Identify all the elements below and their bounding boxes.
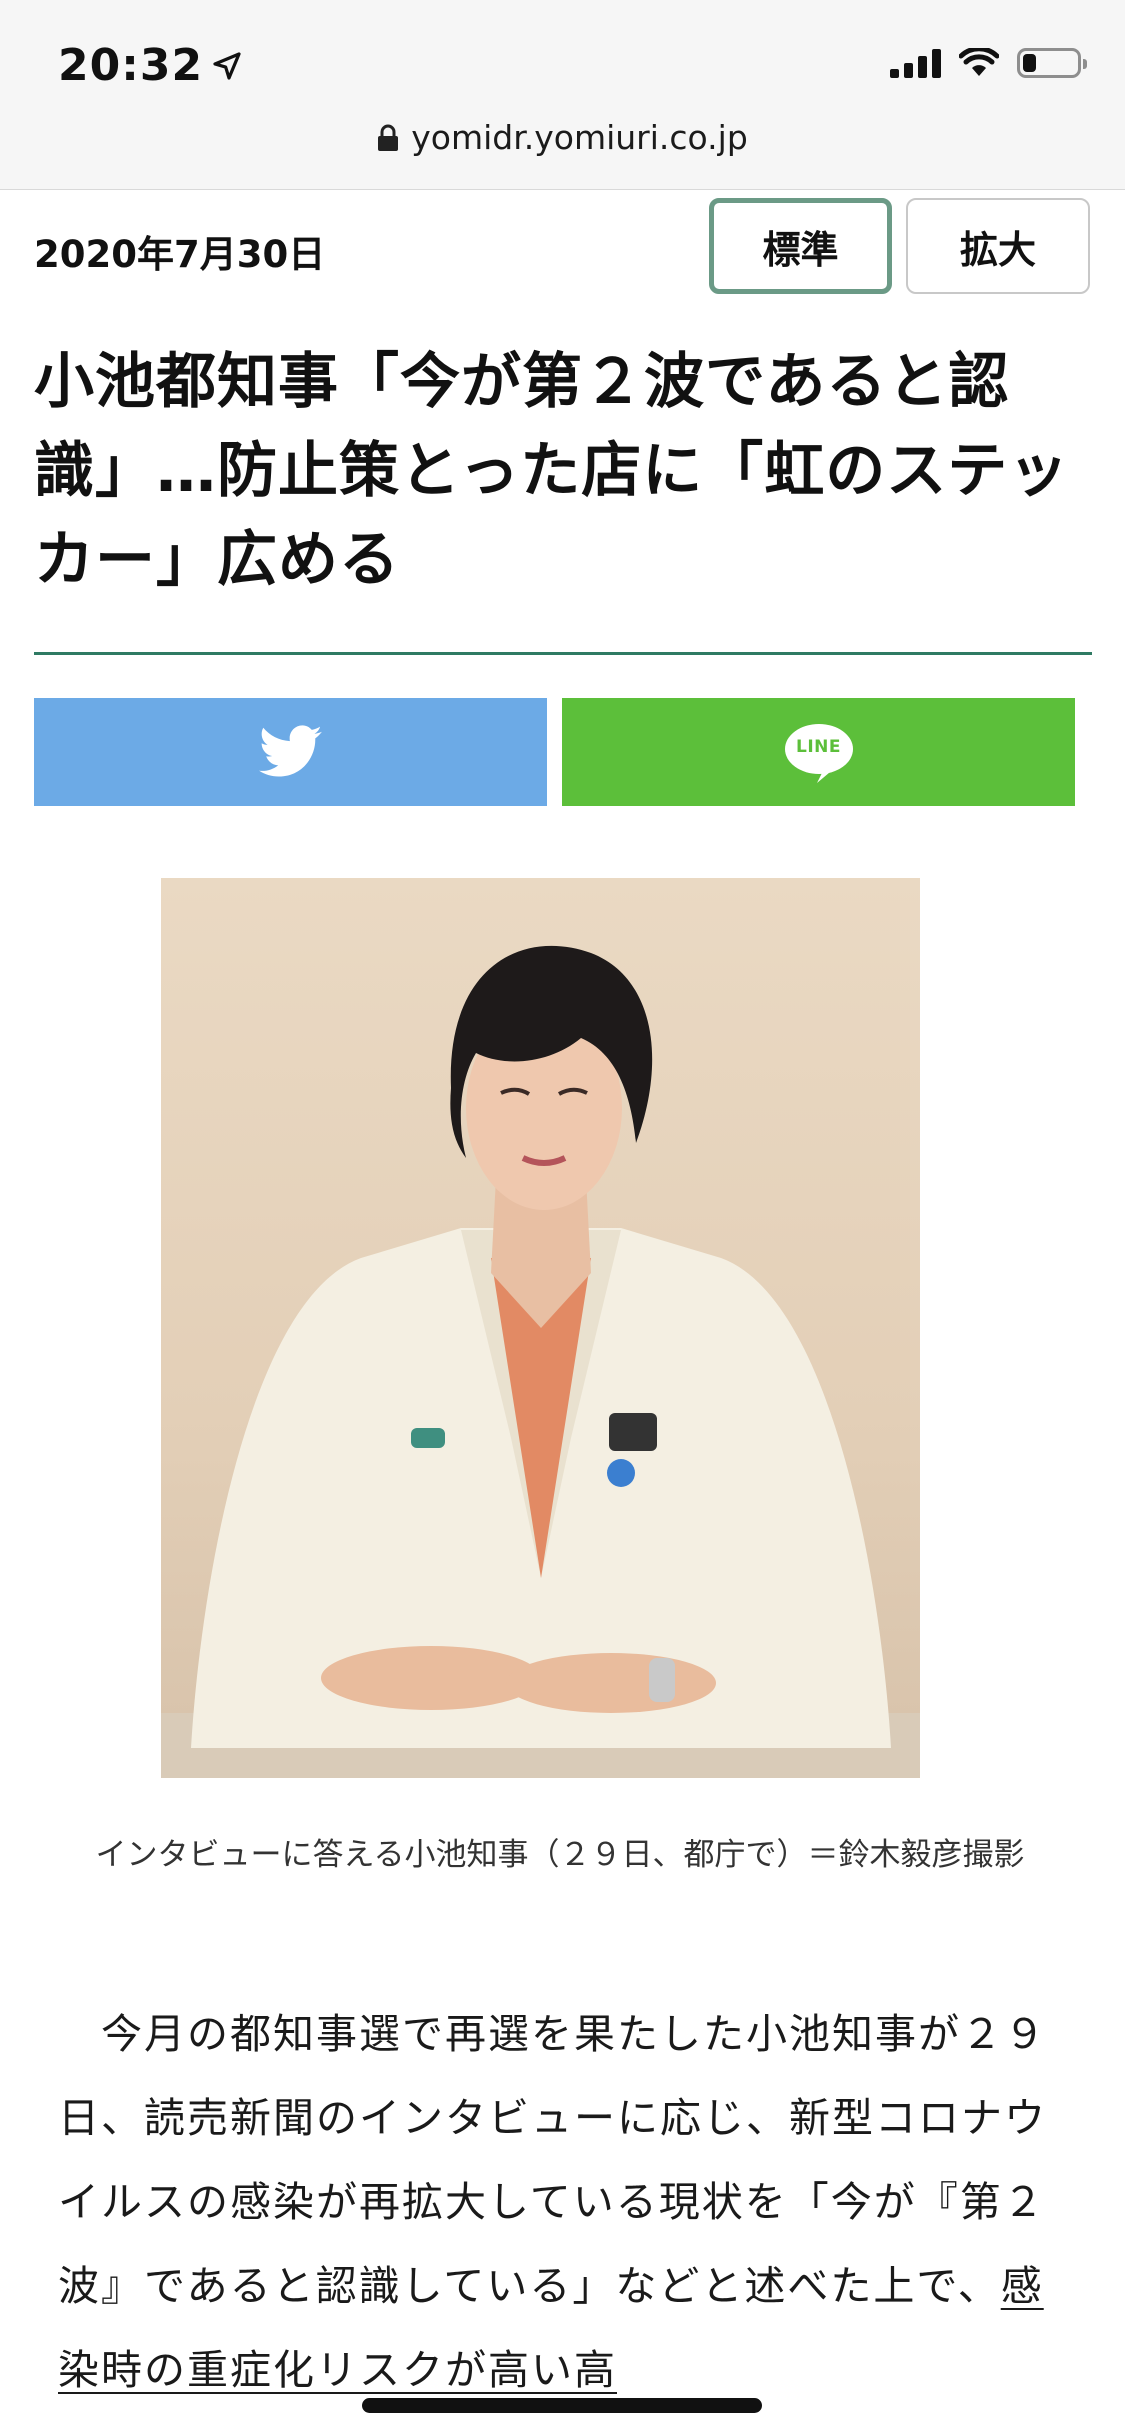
status-time: 20:32 bbox=[58, 40, 243, 91]
article-body: 今月の都知事選で再選を果たした小池知事が２９日、読売新聞のインタビューに応じ、新… bbox=[58, 1992, 1070, 2412]
battery-level bbox=[1023, 54, 1036, 72]
headline-divider bbox=[34, 652, 1092, 655]
font-size-standard-button[interactable]: 標準 bbox=[709, 198, 892, 294]
line-share-button[interactable]: LINE bbox=[562, 698, 1075, 806]
twitter-share-button[interactable] bbox=[34, 698, 547, 806]
url-text[interactable]: yomidr.yomiuri.co.jp bbox=[411, 118, 748, 157]
font-size-large-button[interactable]: 拡大 bbox=[906, 198, 1090, 294]
article-headline: 小池都知事「今が第２波であると認識」…防止策とった店に「虹のステッカー」広める bbox=[34, 347, 1070, 595]
cellular-signal-icon bbox=[890, 48, 941, 78]
address-bar[interactable]: yomidr.yomiuri.co.jp bbox=[0, 118, 1125, 157]
portrait-illustration bbox=[161, 945, 920, 1778]
twitter-bird-icon bbox=[258, 725, 322, 777]
wifi-icon bbox=[959, 48, 999, 76]
location-arrow-icon bbox=[213, 51, 241, 80]
article-date: 2020年7月30日 bbox=[34, 233, 326, 276]
photo-caption: インタビューに答える小池知事（２９日、都庁で）＝鈴木毅彦撮影 bbox=[95, 1837, 1025, 1873]
home-indicator[interactable] bbox=[362, 2398, 762, 2413]
article-body-text: 今月の都知事選で再選を果たした小池知事が２９日、読売新聞のインタビューに応じ、新… bbox=[58, 2010, 1047, 2310]
status-icons bbox=[890, 48, 1087, 78]
line-icon-label: LINE bbox=[796, 737, 841, 757]
status-time-text: 20:32 bbox=[58, 40, 204, 91]
article-photo bbox=[161, 878, 920, 1778]
lock-icon bbox=[378, 124, 399, 151]
battery-icon bbox=[1017, 48, 1087, 78]
line-icon: LINE bbox=[784, 723, 854, 783]
browser-chrome: 20:32 yomidr.yomiuri.co.jp bbox=[0, 0, 1125, 190]
